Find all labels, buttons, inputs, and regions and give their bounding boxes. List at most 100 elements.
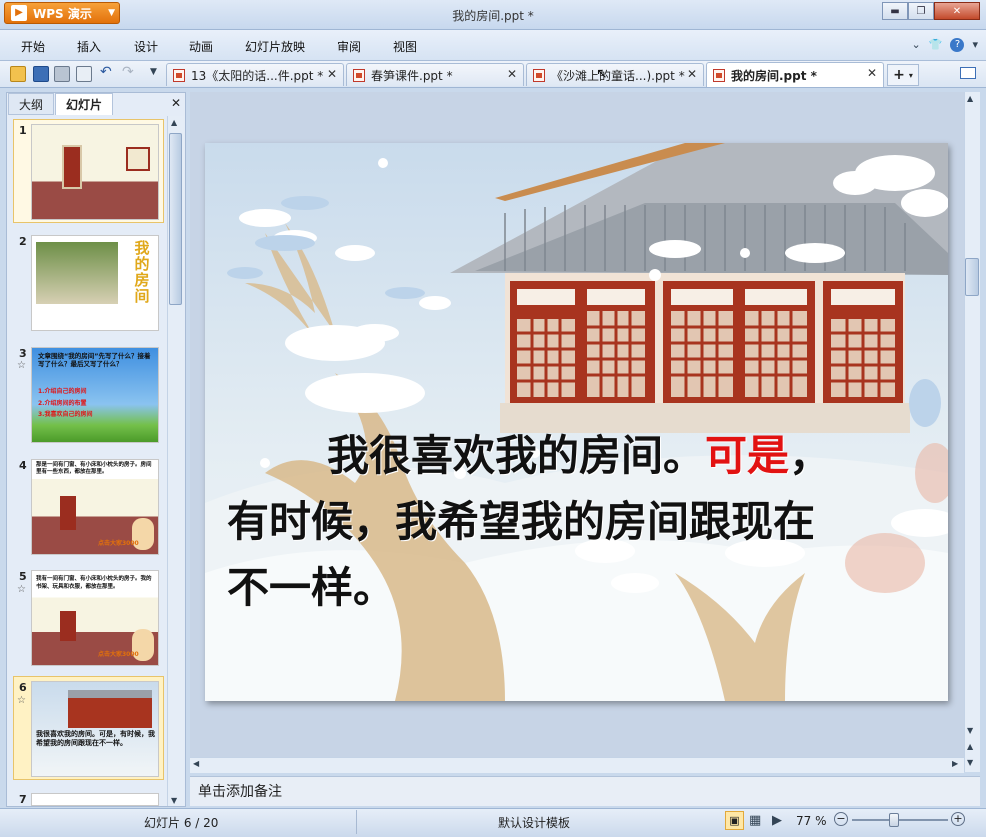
slide-thumbnail-2[interactable]: 我的房间 [31,235,159,331]
menu-right-controls: ⌄ 👕 ? ▾ [912,38,978,52]
slide-number: 2 [19,235,27,248]
menu-item-home[interactable]: 开始 [21,38,45,55]
window-illustration [126,147,150,171]
mouse-cursor-icon: ↖ [596,66,608,82]
slide-thumbnail-1[interactable] [31,124,159,220]
slide-thumbnail-3[interactable]: 文章围绕“我的房间”先写了什么？接着写了什么？最后又写了什么？ 1.介绍自己的房… [31,347,159,443]
close-tab-icon[interactable]: ✕ [507,67,517,81]
window-controls: ▬ ❐ ✕ [882,2,980,20]
restore-doc-window-icon[interactable] [960,67,976,79]
animation-star-icon: ☆ [17,584,26,595]
thumbnail-tag: 点击大家3000 [98,540,139,547]
help-icon[interactable]: ? [950,38,965,52]
tab-outline[interactable]: 大纲 [8,93,54,115]
notes-pane[interactable]: 单击添加备注 [190,776,980,806]
thumbnail-text: 我很喜欢我的房间。可是，有时候，我希望我的房间跟现在不一样。 [36,730,155,747]
highlighted-text: 可是 [705,431,790,480]
menu-item-animation[interactable]: 动画 [189,38,213,55]
slide-text-box[interactable]: 我很喜欢我的房间。可是， 有时候，我希望我的房间跟现在 不一样。 [227,423,927,621]
menu-item-review[interactable]: 审阅 [337,38,361,55]
slide-text-line-1: 我很喜欢我的房间。可是， [227,423,927,489]
thumbnail-text: 1.介绍自己的房间 [38,388,87,395]
minimize-button[interactable]: ▬ [882,2,908,20]
doc-tab-1[interactable]: 13《太阳的话...件.ppt * ✕ [166,63,344,86]
customize-toolbar-icon[interactable]: ▼ [150,67,157,77]
doc-tab-label: 我的房间.ppt * [731,68,817,83]
slide-text-line-3: 不一样。 [227,563,396,612]
slide-text-part: 我很喜欢我的房间。 [327,431,706,480]
slide-thumbnail-4[interactable]: 那是一间有门窗、有小床和小枕头的房子。房间里有一些东西，都放在那里。 点击大家3… [31,459,159,555]
slide-canvas[interactable]: 我很喜欢我的房间。可是， 有时候，我希望我的房间跟现在 不一样。 [205,143,948,701]
bedroom-photo [36,242,118,304]
zoom-level[interactable]: 77 % [796,814,827,828]
door-illustration [60,611,76,641]
slide-number: 6 [19,681,27,694]
normal-view-icon[interactable]: ▣ [725,811,744,830]
zoom-slider-thumb[interactable] [888,813,899,827]
next-slide-icon[interactable]: ▼ [967,758,973,767]
doc-tab-label: 《沙滩上的童话...).ppt * [551,68,685,83]
editor-horizontal-scrollbar[interactable] [190,757,964,773]
scroll-left-icon[interactable]: ◀ [193,759,199,768]
slide-text-part: ， [789,431,832,480]
panel-scroll-thumb[interactable] [169,133,182,305]
editor-scroll-thumb[interactable] [965,258,979,296]
new-tab-button[interactable]: + ▾ [887,64,919,86]
undo-icon[interactable]: ↶ [100,64,112,80]
ppt-file-icon [533,68,545,82]
slide-thumbnail-7[interactable] [31,793,159,806]
close-tab-icon[interactable]: ✕ [327,67,337,81]
zoom-out-icon[interactable]: − [834,812,848,826]
redo-icon[interactable]: ↷ [122,64,134,80]
slide-number: 4 [19,459,27,472]
previous-slide-icon[interactable]: ▲ [967,742,973,751]
slide-thumbnail-5[interactable]: 我有一间有门窗、有小床和小枕头的房子。我的书架、玩具和衣服，都放在那里。 点击大… [31,570,159,666]
thumbnail-tag: 点击大家3000 [98,651,139,658]
collapse-ribbon-icon[interactable]: ⌄ [912,38,921,52]
status-divider [356,810,357,834]
thumbnail-text: 2.介绍房间的布置 [38,400,87,407]
close-tab-icon[interactable]: ✕ [687,67,697,81]
zoom-slider-track[interactable] [852,819,948,821]
close-tab-icon[interactable]: ✕ [867,66,877,80]
close-window-button[interactable]: ✕ [934,2,980,20]
ppt-file-icon [173,68,185,82]
scroll-right-icon[interactable]: ▶ [952,759,958,768]
slide-thumbnail-6[interactable]: 我很喜欢我的房间。可是，有时候，我希望我的房间跟现在不一样。 [31,681,159,777]
doc-tab-label: 13《太阳的话...件.ppt * [191,68,324,83]
scroll-down-icon[interactable]: ▼ [171,796,177,805]
restore-button[interactable]: ❐ [908,2,934,20]
design-template-label[interactable]: 默认设计模板 [498,814,570,831]
scroll-up-icon[interactable]: ▲ [171,118,177,127]
thumbnail-text: 那是一间有门窗、有小床和小枕头的房子。房间里有一些东西，都放在那里。 [36,462,152,475]
menu-item-slideshow[interactable]: 幻灯片放映 [245,38,305,55]
print-icon[interactable] [54,66,70,82]
slide-number: 3 [19,347,27,360]
thumbnail-text: 3.我喜欢自己的房间 [38,411,93,418]
house-illustration [68,690,152,728]
doc-tab-label: 春笋课件.ppt * [371,68,453,83]
tab-slides[interactable]: 幻灯片 [55,93,113,115]
menu-item-design[interactable]: 设计 [134,38,158,55]
menu-item-view[interactable]: 视图 [393,38,417,55]
close-panel-icon[interactable]: ✕ [171,96,181,110]
doc-tab-3[interactable]: 《沙滩上的童话...).ppt * ✕ [526,63,704,86]
skin-icon[interactable]: 👕 [929,38,943,52]
scroll-up-icon[interactable]: ▲ [967,94,973,103]
editor-vertical-scrollbar[interactable] [964,92,980,772]
doc-tab-2[interactable]: 春笋课件.ppt * ✕ [346,63,524,86]
slide-number: 5 [19,570,27,583]
animation-star-icon: ☆ [17,360,26,371]
save-icon[interactable] [33,66,49,82]
help-dropdown-icon[interactable]: ▾ [972,38,978,52]
zoom-in-icon[interactable]: + [951,812,965,826]
menu-item-insert[interactable]: 插入 [77,38,101,55]
slideshow-view-icon[interactable]: ▶ [772,813,782,828]
scroll-down-icon[interactable]: ▼ [967,726,973,735]
ppt-file-icon [713,68,725,82]
doc-tab-active[interactable]: 我的房间.ppt * ✕ [706,62,884,87]
print-preview-icon[interactable] [76,66,92,82]
slide-sorter-view-icon[interactable]: ▦ [749,813,761,828]
open-icon[interactable] [10,66,26,82]
new-tab-dropdown-icon[interactable]: ▾ [909,71,913,80]
